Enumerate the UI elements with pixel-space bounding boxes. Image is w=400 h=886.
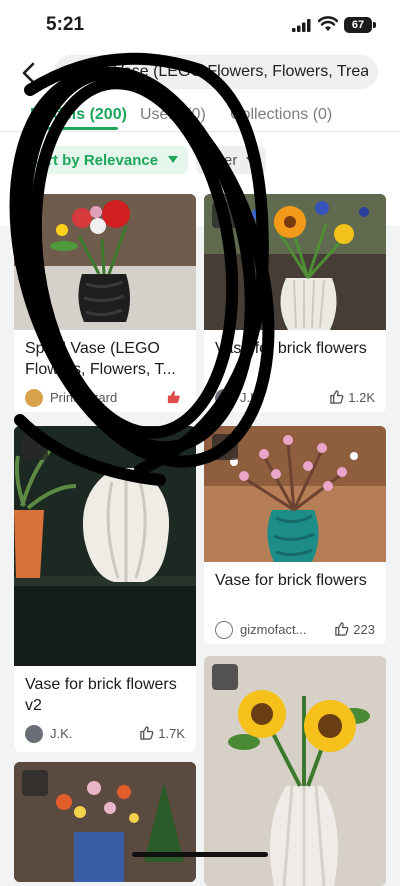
active-tab-indicator xyxy=(30,127,118,130)
print-profile-icon xyxy=(212,434,238,460)
print-profile-icon xyxy=(22,770,48,796)
author-name: J.K. xyxy=(240,390,263,405)
back-arrow-icon[interactable] xyxy=(14,58,44,88)
like-count-value: 1.7K xyxy=(158,726,185,741)
avatar xyxy=(215,621,233,639)
like-count-value: 223 xyxy=(353,622,375,637)
home-indicator xyxy=(132,852,268,857)
avatar xyxy=(25,389,43,407)
model-title: Vase for brick flowers xyxy=(215,572,367,589)
like-count[interactable]: 1.2K xyxy=(330,390,375,405)
model-card[interactable]: Vase for brick flowers gizmofact... 223 xyxy=(204,426,386,644)
search-query: Spiral Vase (LEGO Flowers, Flowers, Trea… xyxy=(68,63,368,80)
sort-label: Sort by Relevance xyxy=(28,152,159,169)
author-row[interactable]: gizmofact... 223 xyxy=(215,620,375,642)
thumbs-up-icon xyxy=(330,390,344,404)
print-profile-icon xyxy=(212,664,238,690)
battery-icon: 67 xyxy=(344,17,372,33)
model-card[interactable]: Vase for brick flowers v2 J.K. 1.7K xyxy=(14,426,196,752)
author-name: gizmofact... xyxy=(240,622,307,637)
author-name: J.K. xyxy=(50,726,73,741)
thumbs-up-icon xyxy=(140,726,154,740)
chevron-down-icon xyxy=(168,156,178,163)
avatar xyxy=(25,725,43,743)
like-count[interactable]: 223 xyxy=(335,622,375,637)
like-count-value: 1.2K xyxy=(348,390,375,405)
filter-label: Filter xyxy=(204,152,238,169)
battery-tip xyxy=(373,22,376,28)
model-card[interactable]: Vase for brick flowers J.K. 1.2K xyxy=(204,194,386,412)
search-input[interactable]: Spiral Vase (LEGO Flowers, Flowers, Trea… xyxy=(54,55,378,89)
avatar xyxy=(215,389,233,407)
author-row[interactable]: J.K. 1.7K xyxy=(25,724,185,746)
print-profile-icon xyxy=(22,434,48,460)
filter-dropdown[interactable]: Filter xyxy=(196,146,266,174)
author-row[interactable]: PrintWizard xyxy=(25,388,185,410)
model-card[interactable]: Spiral Vase (LEGO Flowers, Flowers, T...… xyxy=(14,194,196,412)
author-row[interactable]: J.K. 1.2K xyxy=(215,388,375,410)
thumbs-up-icon xyxy=(167,390,180,404)
tab-divider xyxy=(0,131,400,132)
tab-users[interactable]: Users (0) xyxy=(140,106,206,124)
battery-level: 67 xyxy=(351,19,365,31)
status-time: 5:21 xyxy=(46,14,85,35)
sort-dropdown[interactable]: Sort by Relevance xyxy=(18,146,188,174)
author-name: PrintWizard xyxy=(50,390,118,405)
model-thumbnail xyxy=(14,194,196,330)
model-thumbnail xyxy=(14,426,196,666)
wifi-icon xyxy=(318,16,338,31)
filter-bar: Sort by Relevance Filter xyxy=(0,146,400,176)
model-card[interactable] xyxy=(14,762,196,882)
signal-icon xyxy=(292,19,311,32)
thumbs-up-icon xyxy=(335,622,349,636)
chevron-down-icon xyxy=(246,157,256,164)
model-title: Vase for brick flowers v2 xyxy=(25,676,177,714)
model-title: Spiral Vase (LEGO Flowers, Flowers, T... xyxy=(25,340,176,378)
tab-models[interactable]: Models (200) xyxy=(30,106,127,124)
print-profile-icon xyxy=(212,202,238,228)
status-bar: 5:21 67 xyxy=(0,0,400,48)
model-title: Vase for brick flowers xyxy=(215,340,367,357)
like-count[interactable]: 1.7K xyxy=(140,726,185,741)
tab-collections[interactable]: Collections (0) xyxy=(230,106,332,124)
